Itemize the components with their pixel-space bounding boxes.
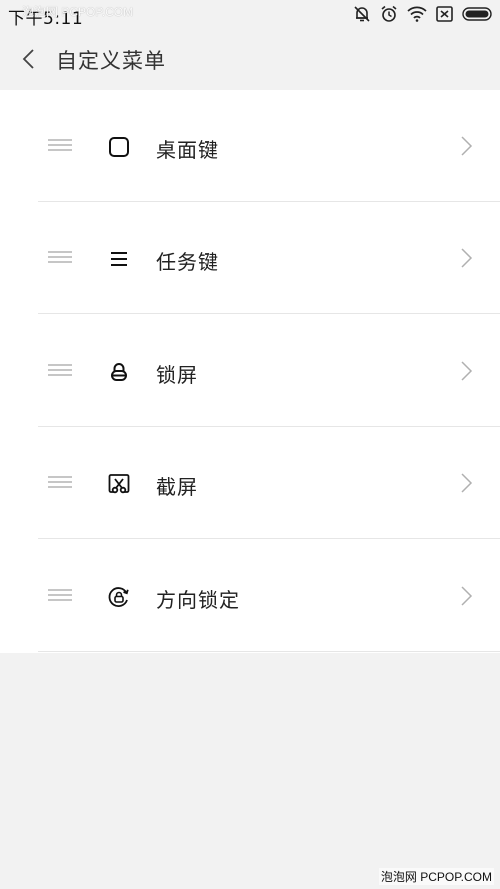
rotation-lock-icon	[106, 584, 132, 610]
status-bar: 下午5:11 泡泡网 PCPOP.COM	[0, 0, 500, 29]
watermark-bottom: 泡泡网 PCPOP.COM	[378, 868, 494, 885]
watermark-top: 泡泡网 PCPOP.COM	[22, 5, 134, 19]
alarm-off-icon	[353, 5, 371, 23]
menu-item-label: 任务键	[156, 250, 219, 274]
drag-handle[interactable]	[48, 139, 72, 153]
wifi-icon	[407, 6, 427, 22]
menu-item-lock-screen[interactable]: 锁屏	[0, 315, 500, 427]
menu-item-home-key[interactable]: 桌面键	[0, 90, 500, 202]
back-button[interactable]	[12, 43, 44, 75]
screenshot-scissors-icon	[106, 471, 132, 497]
menu-lines-icon	[106, 246, 132, 272]
alarm-clock-icon	[380, 5, 398, 23]
padlock-icon	[106, 359, 132, 385]
divider	[38, 313, 500, 314]
drag-handle[interactable]	[48, 476, 72, 490]
page-title: 自定义菜单	[56, 49, 166, 73]
chevron-right-icon	[461, 586, 473, 606]
drag-handle[interactable]	[48, 364, 72, 378]
chevron-left-icon	[22, 49, 34, 69]
drag-handle[interactable]	[48, 589, 72, 603]
chevron-right-icon	[461, 361, 473, 381]
status-icons	[353, 3, 494, 25]
chevron-right-icon	[461, 473, 473, 493]
battery-icon	[462, 7, 494, 21]
divider	[38, 651, 500, 652]
menu-item-orientation-lock[interactable]: 方向锁定	[0, 540, 500, 652]
divider	[38, 538, 500, 539]
chevron-right-icon	[461, 136, 473, 156]
menu-item-label: 方向锁定	[156, 588, 240, 612]
header: 自定义菜单	[0, 28, 500, 90]
menu-item-screenshot[interactable]: 截屏	[0, 427, 500, 539]
chevron-right-icon	[461, 248, 473, 268]
drag-handle[interactable]	[48, 251, 72, 265]
menu-item-label: 桌面键	[156, 138, 219, 162]
sim-blocked-icon	[436, 6, 453, 22]
menu-item-label: 截屏	[156, 475, 198, 499]
rounded-square-icon	[106, 134, 132, 160]
menu-item-label: 锁屏	[156, 363, 198, 387]
menu-item-task-key[interactable]: 任务键	[0, 202, 500, 314]
menu-list: 桌面键 任务键 锁屏 截屏 方向锁定	[0, 90, 500, 653]
